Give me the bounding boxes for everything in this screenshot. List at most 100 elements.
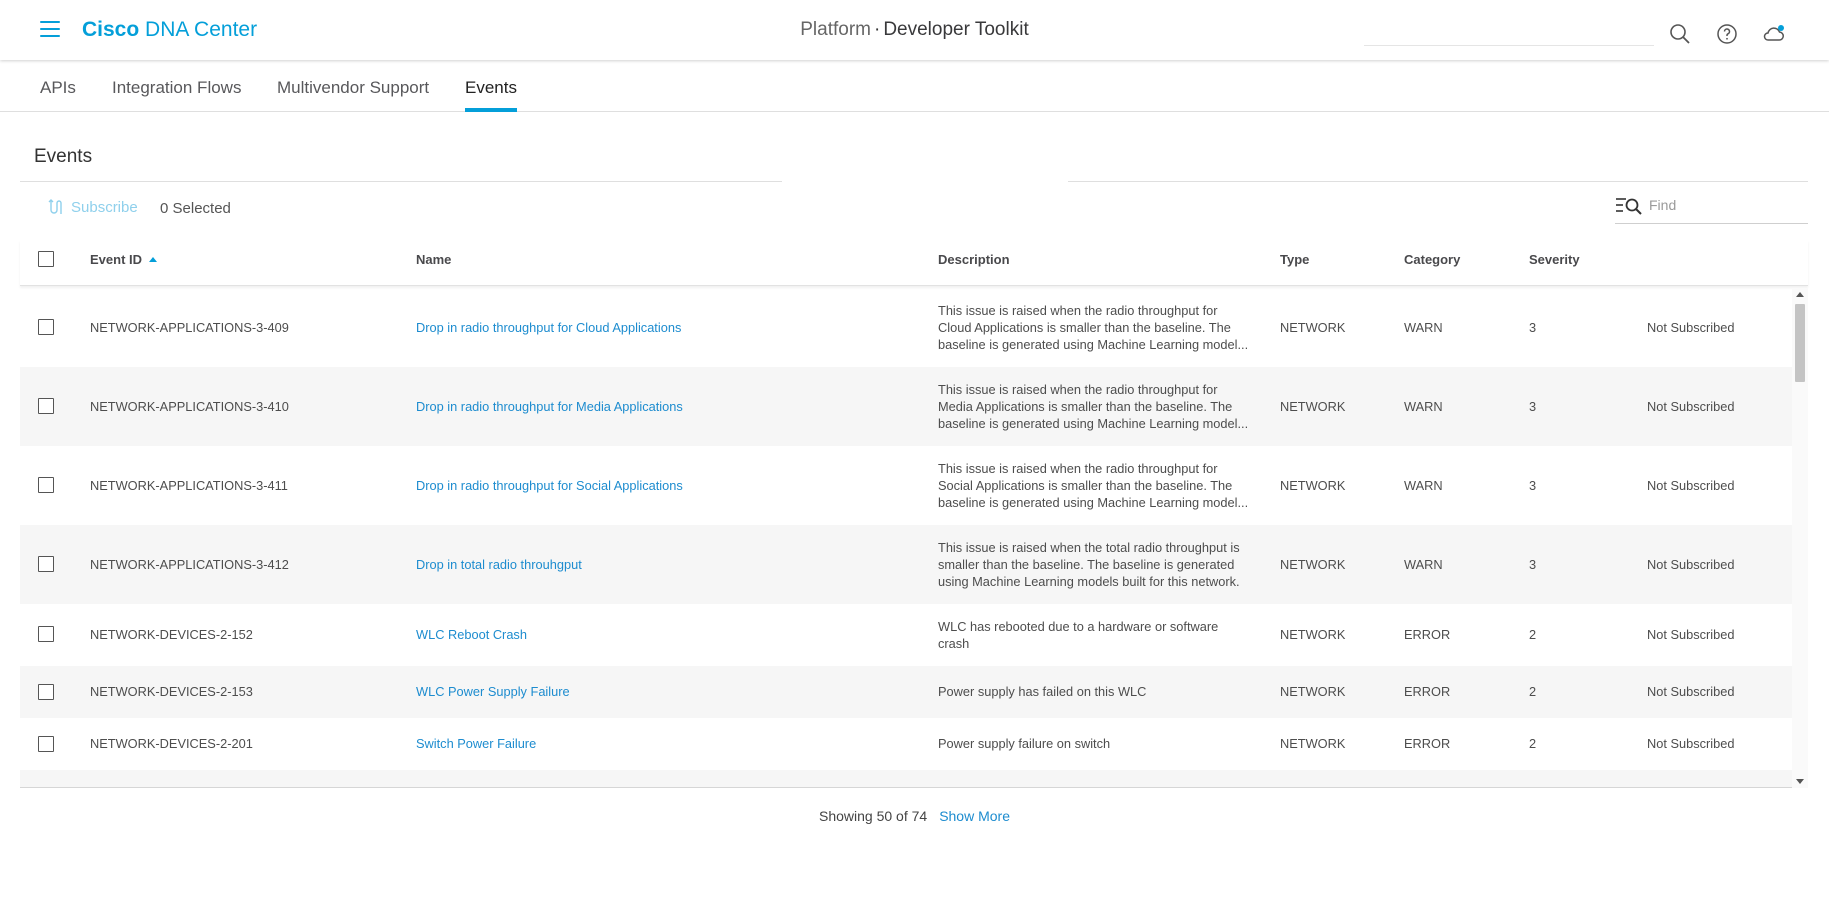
event-id: NETWORK-DEVICES-2-201 [90, 736, 253, 751]
tab-integration-flows[interactable]: Integration Flows [112, 78, 241, 112]
event-description: This issue is raised when the total radi… [938, 540, 1240, 589]
event-category: ERROR [1404, 627, 1451, 642]
table-row[interactable] [20, 770, 1792, 787]
subscription-status: Not Subscribed [1647, 736, 1735, 751]
subscription-status: Not Subscribed [1647, 557, 1735, 572]
event-name-link[interactable]: Drop in radio throughput for Social Appl… [416, 477, 683, 494]
row-checkbox[interactable] [38, 319, 54, 335]
breadcrumb: Platform [800, 19, 871, 40]
table-row[interactable]: NETWORK-APPLICATIONS-3-412 Drop in total… [20, 525, 1792, 604]
event-severity: 2 [1529, 684, 1537, 699]
event-category: ERROR [1404, 736, 1451, 751]
event-name-link[interactable]: Switch Power Failure [416, 735, 536, 752]
subscribe-icon [48, 199, 62, 214]
event-id: NETWORK-DEVICES-2-152 [90, 627, 253, 642]
table-scrollbar[interactable] [1792, 288, 1808, 788]
event-name-link[interactable]: Drop in radio throughput for Media Appli… [416, 398, 683, 415]
event-id: NETWORK-APPLICATIONS-3-410 [90, 399, 289, 414]
scroll-down-icon[interactable] [1796, 779, 1804, 784]
subscribe-button[interactable]: Subscribe [48, 198, 138, 216]
event-type: NETWORK [1280, 736, 1346, 751]
event-type: NETWORK [1280, 627, 1346, 642]
subscription-status: Not Subscribed [1647, 399, 1735, 414]
help-icon[interactable] [1715, 22, 1739, 46]
select-all-checkbox[interactable] [38, 251, 54, 267]
event-severity: 3 [1529, 557, 1537, 572]
pagination-footer: Showing 50 of 74 Show More [0, 808, 1829, 824]
cloud-notification-icon[interactable] [1762, 22, 1786, 46]
tab-bar: APIs Integration Flows Multivendor Suppo… [0, 60, 1829, 112]
column-header-severity[interactable]: Severity [1529, 252, 1580, 267]
event-type: NETWORK [1280, 399, 1346, 414]
row-checkbox[interactable] [38, 684, 54, 700]
search-icon[interactable] [1668, 22, 1692, 46]
page-title-current: Developer Toolkit [883, 19, 1029, 40]
selected-count: 0 Selected [160, 200, 231, 217]
scrollbar-thumb[interactable] [1795, 304, 1805, 382]
row-checkbox[interactable] [38, 477, 54, 493]
brand-rest: DNA Center [145, 18, 258, 41]
event-type: NETWORK [1280, 478, 1346, 493]
table-header: Event ID Name Description Type Category … [20, 240, 1808, 286]
event-description: This issue is raised when the radio thro… [938, 461, 1249, 510]
brand-logo[interactable]: Cisco DNA Center [82, 18, 257, 42]
tab-apis[interactable]: APIs [40, 78, 76, 112]
scroll-up-icon[interactable] [1796, 292, 1804, 297]
find-input[interactable] [1649, 197, 1799, 213]
table-row[interactable]: NETWORK-DEVICES-2-152 WLC Reboot Crash W… [20, 604, 1792, 666]
event-description: WLC has rebooted due to a hardware or so… [938, 619, 1219, 651]
table-row[interactable]: NETWORK-APPLICATIONS-3-410 Drop in radio… [20, 367, 1792, 446]
event-severity: 2 [1529, 627, 1537, 642]
column-header-description[interactable]: Description [938, 252, 1010, 267]
event-severity: 3 [1529, 399, 1537, 414]
event-name-link[interactable]: WLC Power Supply Failure [416, 683, 570, 700]
tab-events[interactable]: Events [465, 78, 517, 112]
event-id: NETWORK-APPLICATIONS-3-412 [90, 557, 289, 572]
table-row[interactable]: NETWORK-APPLICATIONS-3-411 Drop in radio… [20, 446, 1792, 525]
event-name-link[interactable]: Drop in radio throughput for Cloud Appli… [416, 319, 681, 336]
column-header-event-id[interactable]: Event ID [90, 252, 158, 267]
event-category: WARN [1404, 478, 1443, 493]
events-table-body: NETWORK-APPLICATIONS-3-409 Drop in radio… [20, 288, 1808, 788]
column-header-type[interactable]: Type [1280, 252, 1309, 267]
event-type: NETWORK [1280, 557, 1346, 572]
tab-multivendor-support[interactable]: Multivendor Support [277, 78, 429, 112]
table-row[interactable]: NETWORK-APPLICATIONS-3-409 Drop in radio… [20, 288, 1792, 367]
event-severity: 3 [1529, 478, 1537, 493]
event-type: NETWORK [1280, 684, 1346, 699]
event-name-link[interactable]: Drop in total radio throuhgput [416, 556, 582, 573]
row-checkbox[interactable] [38, 736, 54, 752]
table-row[interactable]: NETWORK-DEVICES-2-153 WLC Power Supply F… [20, 666, 1792, 718]
subscription-status: Not Subscribed [1647, 627, 1735, 642]
global-search-field[interactable] [1364, 26, 1654, 46]
column-header-name[interactable]: Name [416, 252, 451, 267]
menu-icon[interactable] [40, 21, 60, 37]
event-description: Power supply failure on switch [938, 736, 1111, 751]
top-header: Cisco DNA Center Platform · Developer Tool… [0, 0, 1829, 60]
event-category: WARN [1404, 399, 1443, 414]
row-checkbox[interactable] [38, 398, 54, 414]
event-category: ERROR [1404, 684, 1451, 699]
showing-count: Showing 50 of 74 [818, 808, 928, 824]
subscription-status: Not Subscribed [1647, 320, 1735, 335]
section-title: Events [34, 146, 93, 167]
event-id: NETWORK-APPLICATIONS-3-409 [90, 320, 289, 335]
column-header-category[interactable]: Category [1404, 252, 1460, 267]
event-type: NETWORK [1280, 320, 1346, 335]
breadcrumb-separator: · [874, 19, 881, 40]
filter-search-icon[interactable] [1615, 196, 1643, 216]
row-checkbox[interactable] [38, 626, 54, 642]
event-description: This issue is raised when the radio thro… [938, 303, 1249, 352]
subscription-status: Not Subscribed [1647, 684, 1735, 699]
divider [20, 181, 782, 182]
show-more-link[interactable]: Show More [939, 808, 1010, 824]
sort-ascending-icon [149, 257, 158, 262]
event-id: NETWORK-DEVICES-2-153 [90, 684, 253, 699]
event-name-link[interactable]: WLC Reboot Crash [416, 626, 527, 643]
row-checkbox[interactable] [38, 556, 54, 572]
divider [1068, 181, 1808, 182]
find-field[interactable] [1615, 195, 1808, 224]
event-severity: 2 [1529, 736, 1537, 751]
event-category: WARN [1404, 557, 1443, 572]
table-row[interactable]: NETWORK-DEVICES-2-201 Switch Power Failu… [20, 718, 1792, 770]
